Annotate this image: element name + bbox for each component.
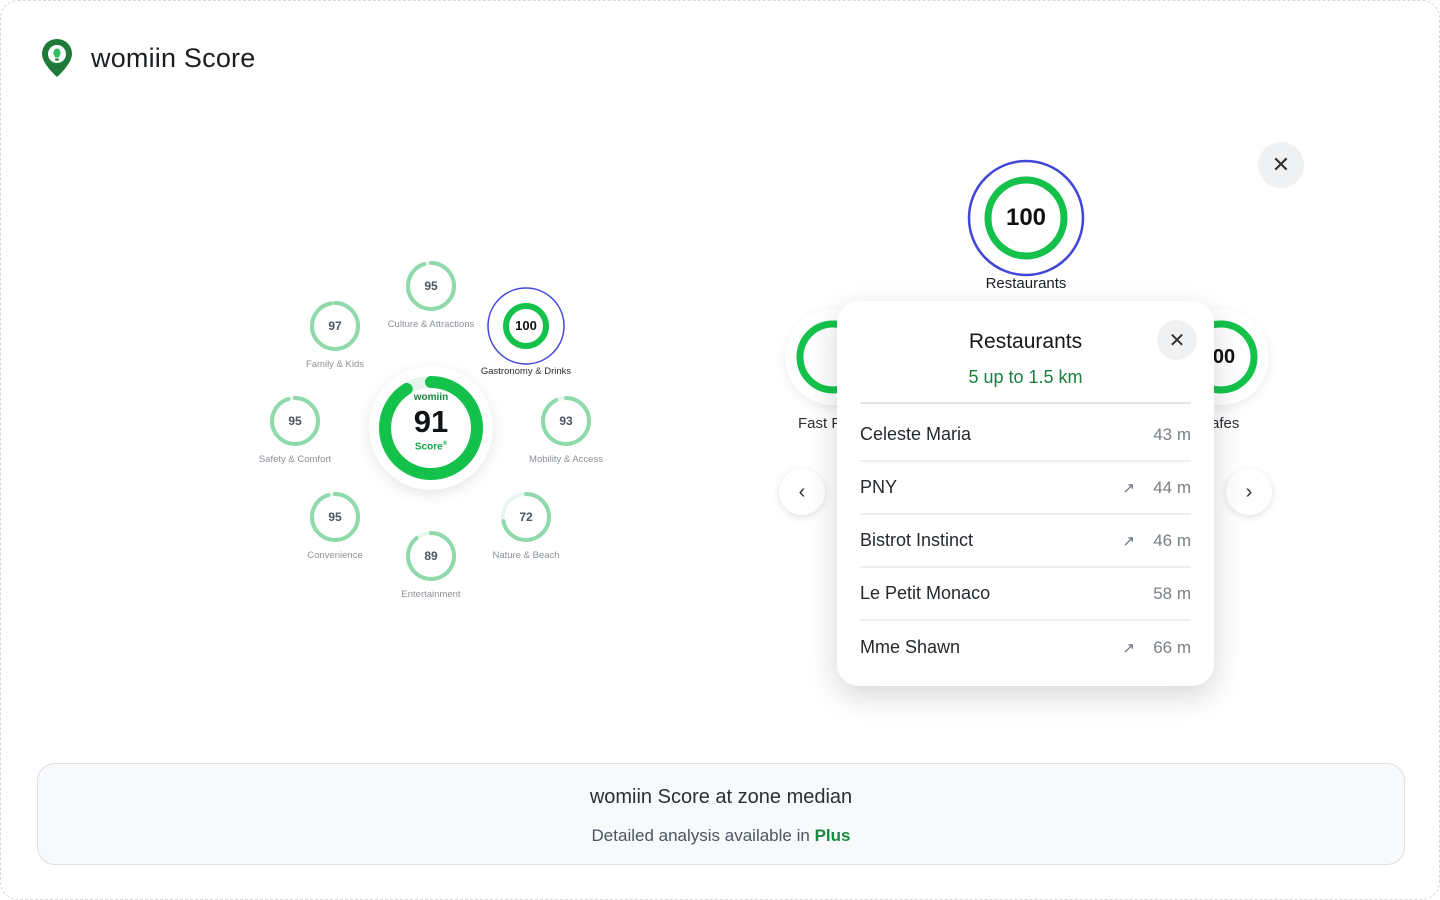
place-meta: ↗︎ 66 m: [1122, 638, 1191, 658]
place-name: Celeste Maria: [860, 424, 972, 444]
app-frame: womiin Score womiin 91 Score® 95 Culture…: [0, 0, 1440, 900]
external-link-icon[interactable]: ↗︎: [1122, 479, 1135, 497]
place-distance: 43 m: [1153, 424, 1191, 444]
category-label: Safety & Comfort: [258, 454, 332, 465]
popup-subtitle: 5 up to 1.5 km: [968, 367, 1083, 387]
category-score: 95: [288, 414, 302, 428]
zone-median-banner: womiin Score at zone median Detailed ana…: [37, 763, 1405, 865]
banner-subtitle-text: Detailed analysis available in: [591, 826, 810, 845]
place-distance: 66 m: [1153, 637, 1191, 657]
place-name: PNY: [860, 477, 898, 497]
place-row[interactable]: Celeste Maria 43 m: [860, 409, 1191, 462]
selected-score-value: 100: [1005, 204, 1047, 231]
category-ring: 93: [539, 394, 593, 448]
category-gastronomy[interactable]: 100 Gastronomy & Drinks: [461, 287, 591, 377]
overall-score-value: 91: [413, 404, 449, 439]
category-score: 89: [424, 549, 438, 563]
map-pin-bulb-icon: [42, 39, 72, 77]
category-score: 100: [515, 318, 537, 333]
category-mobility[interactable]: 93 Mobility & Access: [501, 394, 631, 465]
overall-brand: womiin: [413, 392, 449, 403]
place-row[interactable]: Bistrot Instinct ↗︎ 46 m: [860, 515, 1191, 568]
category-score: 72: [519, 510, 533, 524]
place-meta: ↗︎ 46 m: [1122, 531, 1191, 551]
external-link-icon[interactable]: ↗︎: [1122, 532, 1135, 550]
category-ring: 100: [486, 286, 566, 366]
carousel-prev-button[interactable]: ‹: [779, 469, 825, 515]
category-label: Gastronomy & Drinks: [480, 366, 572, 377]
prev-item-label: Fast F: [798, 415, 841, 432]
category-label: Family & Kids: [305, 359, 365, 370]
category-score: 97: [328, 319, 342, 333]
category-score: 95: [424, 279, 438, 293]
place-meta: ↗︎ 44 m: [1122, 478, 1191, 498]
brand[interactable]: womiin Score: [39, 37, 255, 79]
selected-category-ring[interactable]: 100: [966, 158, 1086, 278]
close-icon: ✕: [1168, 329, 1186, 352]
place-meta: 58 m: [1153, 584, 1191, 604]
selected-category-label: Restaurants: [985, 275, 1067, 292]
overall-score-label: Score®: [414, 441, 448, 453]
place-meta: 43 m: [1153, 425, 1191, 445]
place-row[interactable]: Mme Shawn ↗︎ 66 m: [860, 621, 1191, 674]
place-row[interactable]: PNY ↗︎ 44 m: [860, 462, 1191, 515]
category-ring: 95: [268, 394, 322, 448]
places-popup: Restaurants 5 up to 1.5 km ✕ Celeste Mar…: [837, 301, 1214, 686]
category-score: 95: [328, 510, 342, 524]
chevron-right-icon: ›: [1245, 480, 1253, 503]
radial-score-chart: womiin 91 Score® 95 Culture & Attraction…: [241, 251, 621, 621]
popup-close-button[interactable]: ✕: [1157, 320, 1197, 360]
close-button[interactable]: ✕: [1258, 142, 1304, 188]
category-ring: 95: [404, 259, 458, 313]
plus-link[interactable]: Plus: [815, 826, 851, 845]
banner-title: womiin Score at zone median: [589, 786, 853, 808]
category-ring: 89: [404, 529, 458, 583]
category-label: Mobility & Access: [529, 454, 603, 465]
place-distance: 44 m: [1153, 477, 1191, 497]
next-item-label: afes: [1211, 415, 1240, 432]
chevron-left-icon: ‹: [798, 480, 806, 503]
category-label: Entertainment: [401, 589, 461, 600]
category-label: Convenience: [307, 550, 363, 561]
place-distance: 58 m: [1153, 583, 1191, 603]
carousel-next-button[interactable]: ›: [1226, 469, 1272, 515]
category-family[interactable]: 97 Family & Kids: [270, 299, 400, 370]
category-safety[interactable]: 95 Safety & Comfort: [230, 394, 360, 465]
category-ring: 97: [308, 299, 362, 353]
place-row[interactable]: Le Petit Monaco 58 m: [860, 568, 1191, 621]
category-score: 93: [559, 414, 573, 428]
place-list: Celeste Maria 43 m PNY ↗︎ 44 m Bistrot I…: [860, 409, 1191, 674]
divider: [860, 402, 1191, 404]
banner-subtitle: Detailed analysis available in Plus: [38, 826, 1404, 846]
overall-score[interactable]: womiin 91 Score®: [369, 366, 493, 490]
place-name: Mme Shawn: [860, 637, 961, 657]
app-title: womiin Score: [91, 42, 256, 73]
category-ring: 72: [499, 490, 553, 544]
category-ring: 95: [308, 490, 362, 544]
external-link-icon[interactable]: ↗︎: [1122, 639, 1135, 657]
place-distance: 46 m: [1153, 530, 1191, 550]
place-name: Le Petit Monaco: [860, 583, 991, 603]
place-name: Bistrot Instinct: [860, 530, 974, 550]
category-convenience[interactable]: 95 Convenience: [270, 490, 400, 561]
